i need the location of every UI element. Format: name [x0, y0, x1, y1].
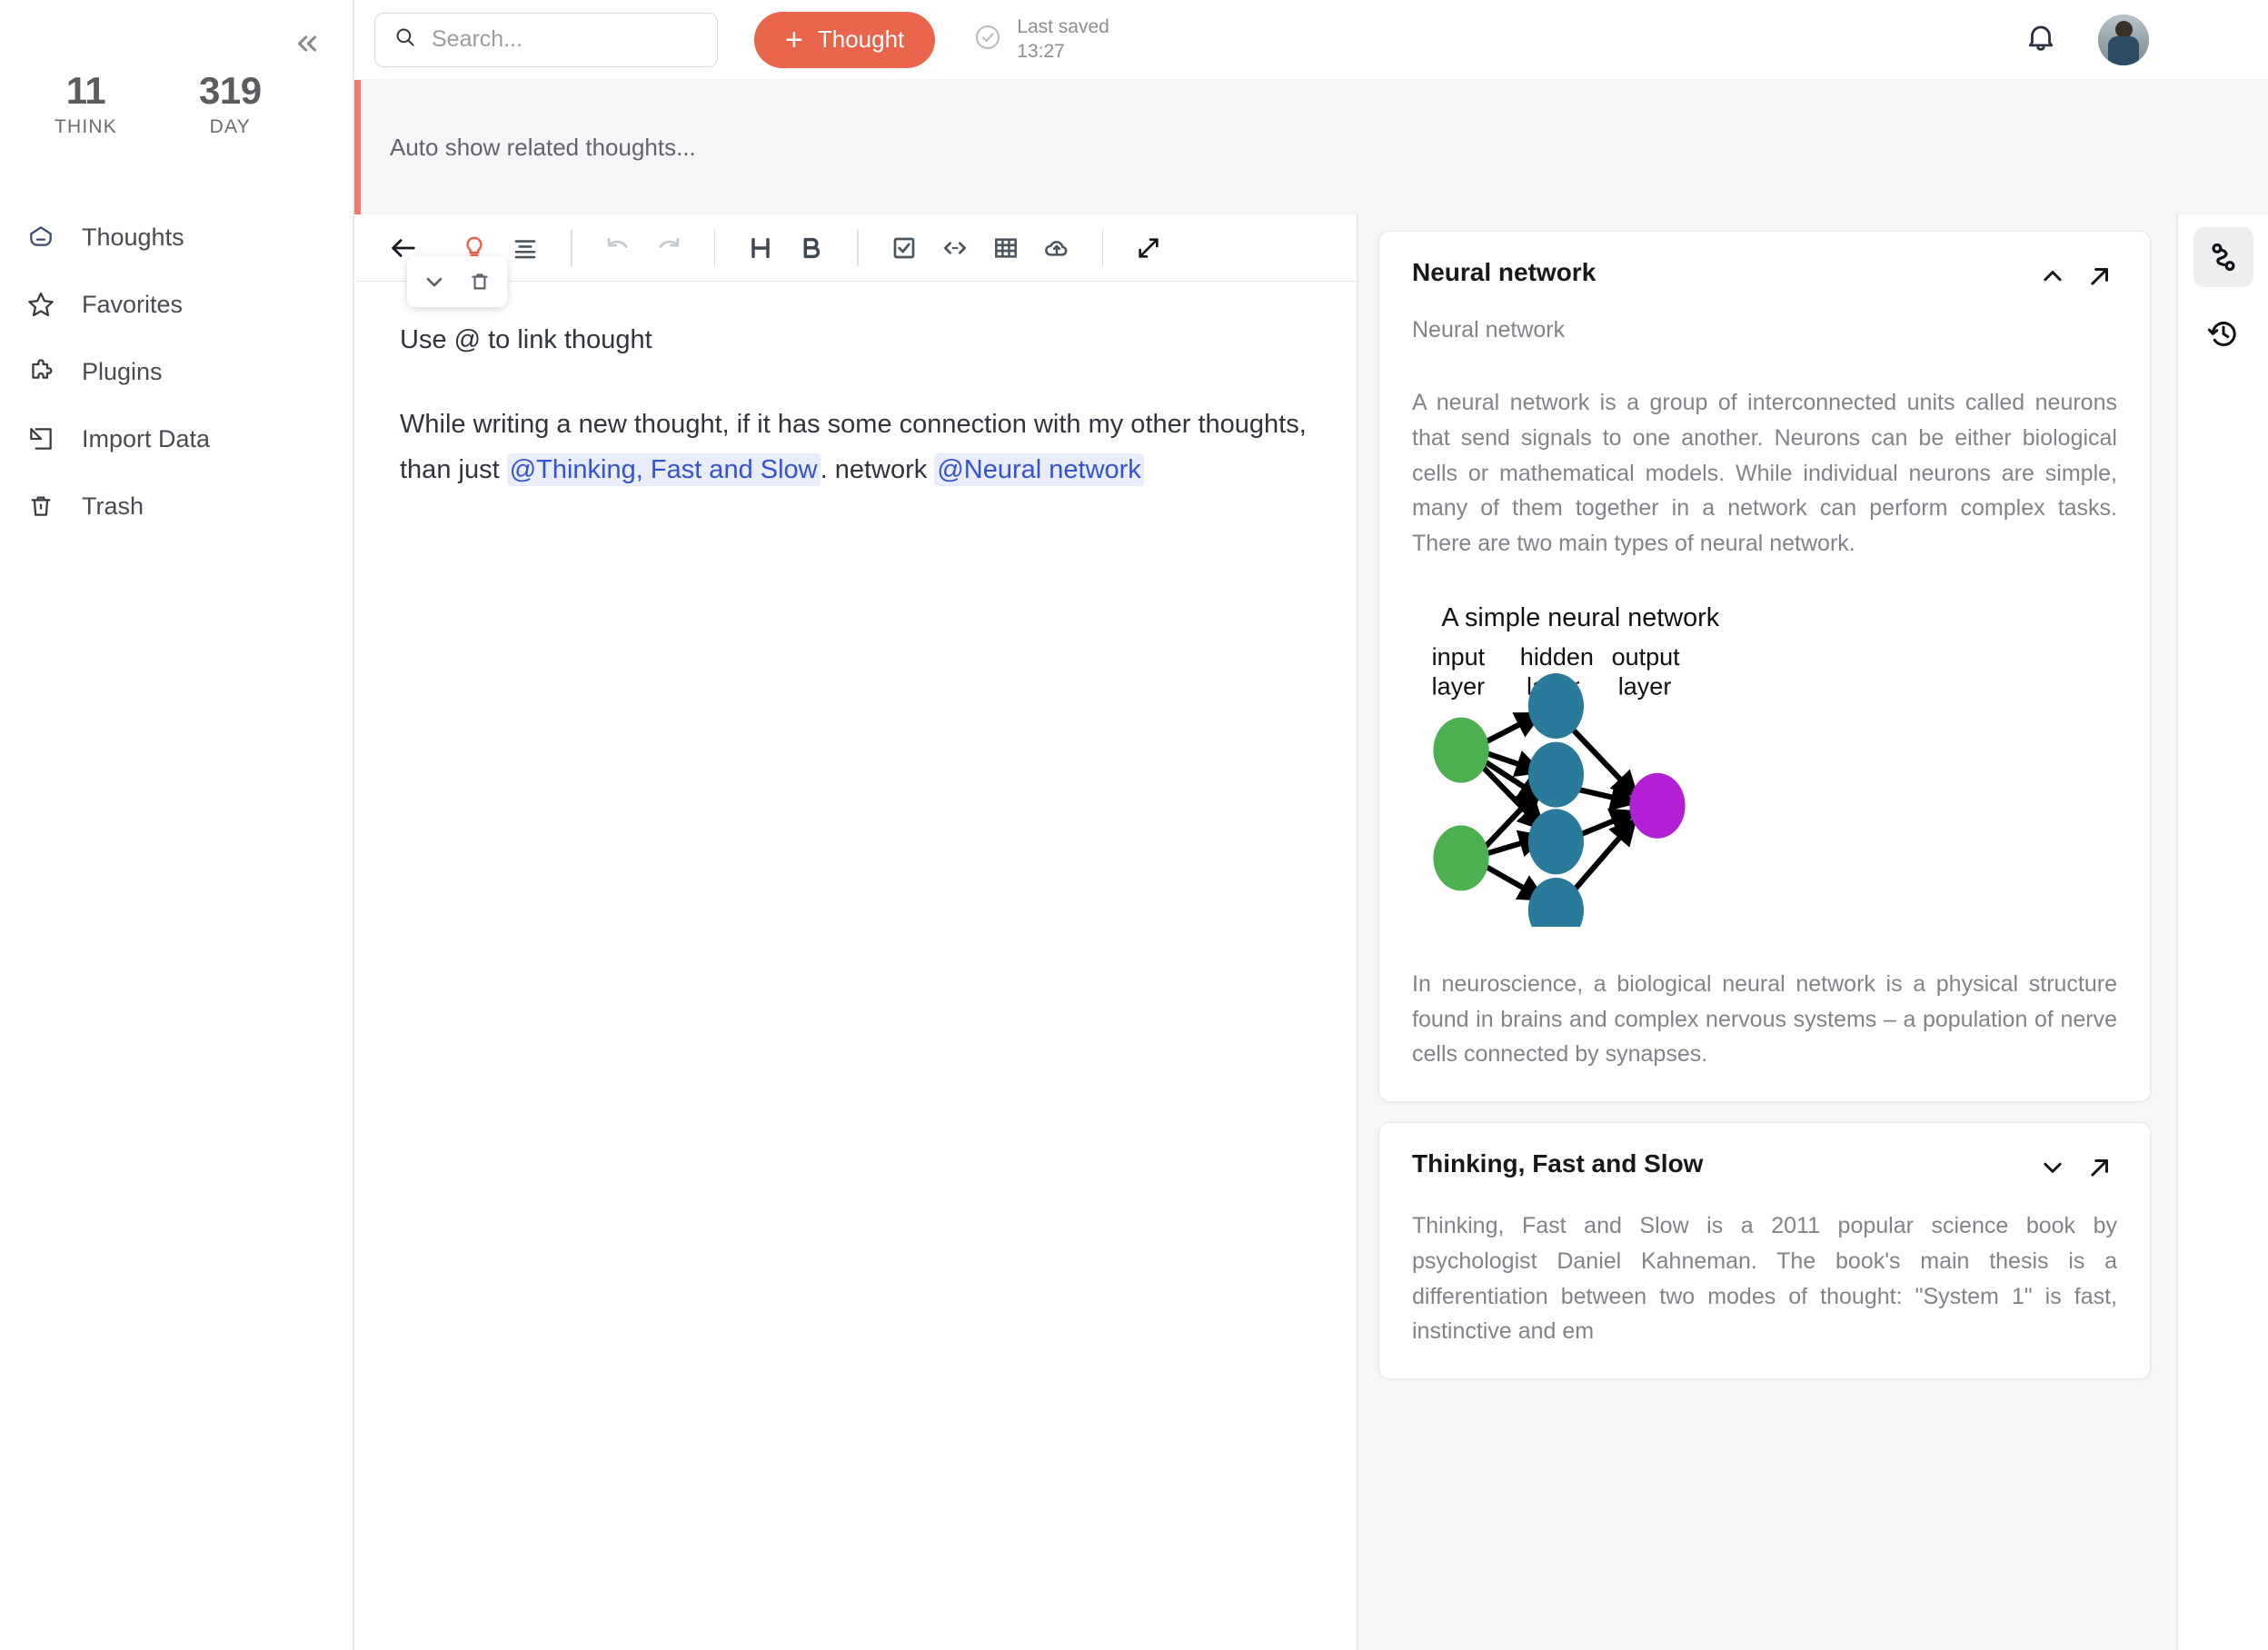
related-thoughts-pane: Neural network Neural network A neural n…	[1358, 214, 2176, 1650]
sidebar-item-label: Trash	[82, 492, 144, 520]
mention-thinking-fast-and-slow[interactable]: @Thinking, Fast and Slow	[506, 453, 821, 487]
redo-icon[interactable]	[643, 223, 694, 273]
new-thought-button[interactable]: + Thought	[754, 11, 936, 68]
sidebar-item-import-data[interactable]: Import Data	[0, 405, 353, 472]
check-circle-icon	[973, 23, 1002, 56]
block-actions-popup	[407, 256, 507, 307]
content-panes: Use @ to link thought While writing a ne…	[354, 214, 2176, 1650]
sidebar-item-label: Favorites	[82, 290, 184, 318]
stat-value: 319	[199, 69, 262, 112]
arrow-up-right-icon[interactable]	[2083, 1150, 2117, 1185]
svg-text:output: output	[1612, 643, 1681, 671]
card-body-1: A neural network is a group of interconn…	[1412, 390, 2117, 556]
sidebar-item-trash[interactable]: Trash	[0, 472, 353, 540]
sidebar-item-label: Thoughts	[82, 223, 184, 251]
editor-paragraph: While writing a new thought, if it has s…	[400, 403, 1309, 493]
rail-top-spacer	[2176, 0, 2268, 80]
editor-pane: Use @ to link thought While writing a ne…	[354, 214, 1358, 1650]
paragraph-text-2: . network	[820, 455, 935, 485]
card-title: Neural network	[1412, 258, 1597, 286]
left-sidebar: 11 THINK 319 DAY Thoughts Favorites Plug…	[0, 0, 354, 1650]
new-thought-label: Thought	[817, 25, 905, 53]
relations-graph-icon[interactable]	[2193, 227, 2253, 287]
cloud-upload-icon[interactable]	[1031, 223, 1082, 273]
trash-icon	[24, 489, 58, 523]
neural-network-figure: A simple neural network input layer hidd…	[1412, 600, 2117, 927]
svg-text:hidden: hidden	[1520, 643, 1594, 671]
sidebar-item-favorites[interactable]: Favorites	[0, 271, 353, 338]
card-body-1: Thinking, Fast and Slow is a 2011 popula…	[1412, 1213, 2117, 1345]
chevron-down-icon[interactable]	[414, 262, 454, 302]
chevrons-left-icon[interactable]	[285, 22, 329, 65]
search-box[interactable]	[374, 12, 718, 67]
app-root: 11 THINK 319 DAY Thoughts Favorites Plug…	[0, 0, 2268, 1650]
right-rail-wrap	[2176, 0, 2268, 1650]
star-icon	[24, 287, 58, 322]
card-title: Thinking, Fast and Slow	[1412, 1149, 1704, 1178]
main-area: + Thought Last saved 13:27	[354, 0, 2176, 1650]
right-rail	[2176, 214, 2268, 1650]
last-saved-time: 13:27	[1017, 40, 1065, 62]
sidebar-item-label: Import Data	[82, 424, 211, 452]
auto-related-banner[interactable]: Auto show related thoughts...	[354, 80, 2176, 214]
thought-bubble-icon	[24, 220, 58, 254]
undo-icon[interactable]	[592, 223, 643, 273]
card-header: Thinking, Fast and Slow	[1412, 1149, 2117, 1185]
svg-text:layer: layer	[1432, 672, 1486, 700]
search-icon	[393, 25, 417, 54]
bell-icon[interactable]	[2024, 20, 2058, 59]
stat-think: 11 THINK	[55, 69, 117, 138]
sidebar-nav: Thoughts Favorites Plugins Import Data T…	[0, 204, 353, 540]
mention-neural-network[interactable]: @Neural network	[934, 453, 1144, 487]
search-input[interactable]	[432, 26, 699, 53]
stat-label: DAY	[209, 116, 251, 138]
bold-icon[interactable]	[786, 223, 837, 273]
card-header: Neural network	[1412, 258, 2117, 293]
code-icon[interactable]	[930, 223, 980, 273]
related-card-thinking-fast-and-slow: Thinking, Fast and Slow Thinking, Fast a…	[1378, 1122, 2151, 1379]
arrow-up-right-icon[interactable]	[2083, 259, 2117, 293]
editor-content[interactable]: Use @ to link thought While writing a ne…	[354, 282, 1357, 1650]
stat-value: 11	[65, 69, 106, 112]
last-saved-text: Last saved 13:27	[1017, 15, 1109, 65]
sidebar-item-label: Plugins	[82, 357, 163, 385]
top-bar: + Thought Last saved 13:27	[354, 0, 2176, 80]
checkbox-icon[interactable]	[879, 223, 930, 273]
stats-row: 11 THINK 319 DAY	[0, 0, 353, 138]
chevron-down-icon[interactable]	[2035, 1150, 2070, 1185]
rail-banner-spacer	[2176, 80, 2268, 214]
svg-text:A simple neural network: A simple neural network	[1441, 603, 1719, 632]
last-saved-label: Last saved	[1017, 15, 1109, 37]
sidebar-item-thoughts[interactable]: Thoughts	[0, 204, 353, 271]
heading-icon[interactable]	[735, 223, 786, 273]
sidebar-item-plugins[interactable]: Plugins	[0, 338, 353, 405]
align-text-icon[interactable]	[500, 223, 551, 273]
svg-text:layer: layer	[1618, 672, 1672, 700]
last-saved-status: Last saved 13:27	[973, 15, 1109, 65]
puzzle-icon	[24, 354, 58, 389]
history-clock-icon[interactable]	[2193, 303, 2253, 363]
expand-fullscreen-icon[interactable]	[1123, 223, 1174, 273]
avatar[interactable]	[2098, 14, 2149, 65]
stat-label: THINK	[55, 116, 117, 138]
banner-text: Auto show related thoughts...	[390, 133, 696, 161]
card-body-2: In neuroscience, a biological neural net…	[1412, 970, 2117, 1068]
topbar-right	[2024, 14, 2149, 65]
svg-text:input: input	[1432, 643, 1486, 671]
card-subtitle: Neural network	[1412, 317, 1566, 343]
related-card-neural-network: Neural network Neural network A neural n…	[1378, 231, 2151, 1102]
table-icon[interactable]	[980, 223, 1031, 273]
trash-icon[interactable]	[460, 262, 500, 302]
stat-day: 319 DAY	[199, 69, 262, 138]
plus-icon: +	[785, 22, 803, 57]
import-arrow-icon	[24, 422, 58, 456]
chevron-up-icon[interactable]	[2035, 259, 2070, 293]
editor-title-line: Use @ to link thought	[400, 325, 652, 354]
